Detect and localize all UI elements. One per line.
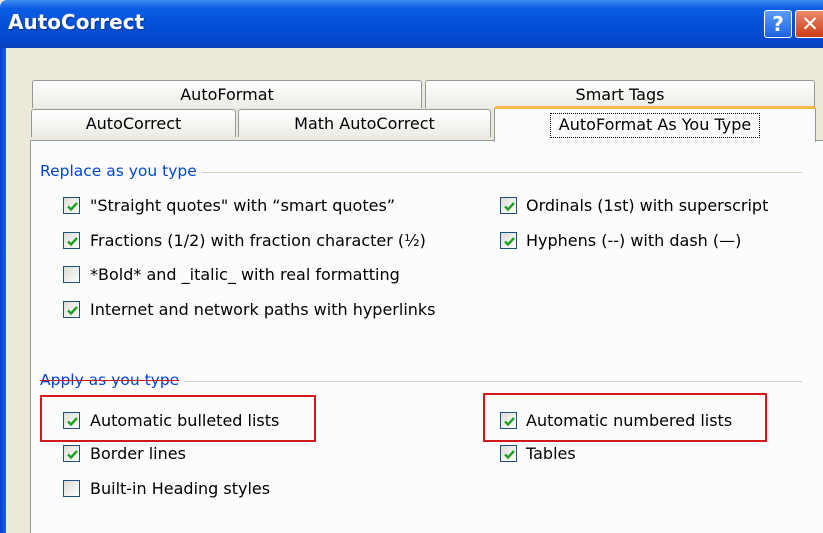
highlight-box-numbered (483, 393, 767, 442)
autocorrect-dialog: AutoCorrect ? ✕ AutoFormat Smart Tags Au… (0, 0, 823, 533)
checkbox-hyphens[interactable] (500, 232, 517, 249)
checkbox-fractions[interactable] (63, 232, 80, 249)
tab-label: AutoFormat (180, 85, 274, 104)
tab-autocorrect[interactable]: AutoCorrect (31, 109, 236, 137)
option-heading-styles: Built-in Heading styles (90, 479, 271, 498)
checkbox-hyperlinks[interactable] (63, 301, 80, 318)
tab-autoformat-as-you-type[interactable]: AutoFormat As You Type (494, 106, 816, 142)
checkbox-heading-styles[interactable] (63, 480, 80, 497)
checkmark-icon (67, 237, 78, 247)
option-hyphens: Hyphens (--) with dash (—) (526, 231, 742, 250)
checkbox-bold-italic[interactable] (63, 266, 80, 283)
tab-label: Math AutoCorrect (294, 114, 435, 133)
tab-autoformat[interactable]: AutoFormat (32, 80, 422, 108)
title-bar[interactable]: AutoCorrect ? ✕ (0, 0, 823, 48)
checkmark-icon (504, 202, 515, 212)
option-tables: Tables (526, 444, 576, 463)
option-fractions: Fractions (1/2) with fraction character … (90, 231, 426, 250)
help-icon: ? (772, 12, 784, 36)
checkmark-icon (67, 450, 78, 460)
option-hyperlinks: Internet and network paths with hyperlin… (90, 300, 436, 319)
option-bold-italic: *Bold* and _italic_ with real formatting (90, 265, 400, 284)
checkmark-icon (504, 237, 515, 247)
close-icon: ✕ (801, 12, 819, 36)
apply-as-you-type-heading: Apply as you type (40, 371, 185, 389)
tab-label: Smart Tags (575, 85, 665, 104)
checkbox-tables[interactable] (500, 445, 517, 462)
checkbox-ordinals[interactable] (500, 197, 517, 214)
help-button[interactable]: ? (764, 10, 792, 38)
window-title: AutoCorrect (8, 10, 145, 34)
highlight-box-bulleted (40, 395, 316, 442)
option-ordinals: Ordinals (1st) with superscript (526, 196, 769, 215)
checkmark-icon (67, 202, 78, 212)
tab-label: AutoFormat As You Type (549, 113, 761, 138)
tab-smart-tags[interactable]: Smart Tags (425, 80, 815, 108)
option-smart-quotes: "Straight quotes" with “smart quotes” (90, 196, 396, 215)
tab-label: AutoCorrect (85, 114, 182, 133)
checkbox-smart-quotes[interactable] (63, 197, 80, 214)
checkmark-icon (67, 306, 78, 316)
checkmark-icon (504, 450, 515, 460)
option-border-lines: Border lines (90, 444, 186, 463)
tab-math-autocorrect[interactable]: Math AutoCorrect (238, 109, 491, 137)
close-button[interactable]: ✕ (795, 10, 823, 38)
window-frame-left (0, 48, 6, 533)
checkbox-border-lines[interactable] (63, 445, 80, 462)
replace-as-you-type-heading: Replace as you type (40, 162, 202, 180)
